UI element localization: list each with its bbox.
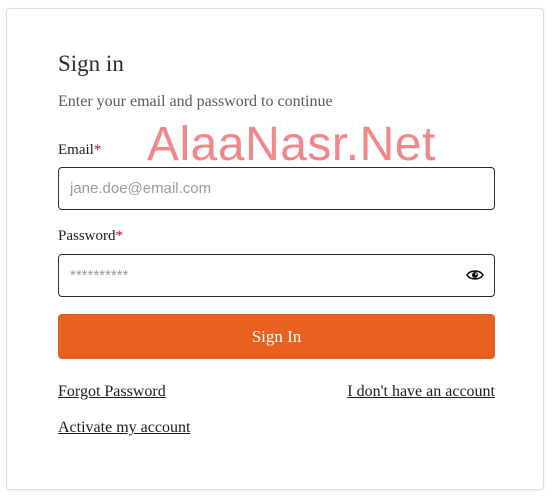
eye-icon-svg	[466, 270, 484, 280]
password-field[interactable]	[58, 254, 495, 297]
page-title: Sign in	[58, 51, 124, 76]
sign-in-button[interactable]: Sign In	[58, 314, 495, 359]
email-required-mark: *	[93, 142, 102, 158]
no-account-link[interactable]: I don't have an account	[347, 383, 495, 401]
watermark-text: AlaaNasr.Net	[147, 118, 436, 171]
signin-card: Sign in Enter your email and password to…	[6, 8, 544, 490]
page-subtitle: Enter your email and password to continu…	[58, 93, 333, 110]
email-label-text: Email	[58, 142, 94, 158]
password-required-mark: *	[115, 228, 124, 244]
email-label: Email*	[58, 142, 101, 159]
activate-account-link[interactable]: Activate my account	[58, 419, 190, 437]
password-label: Password*	[58, 228, 123, 245]
eye-icon[interactable]	[466, 267, 484, 283]
password-label-text: Password	[58, 228, 116, 244]
email-field[interactable]	[58, 167, 495, 210]
forgot-password-link[interactable]: Forgot Password	[58, 383, 166, 401]
